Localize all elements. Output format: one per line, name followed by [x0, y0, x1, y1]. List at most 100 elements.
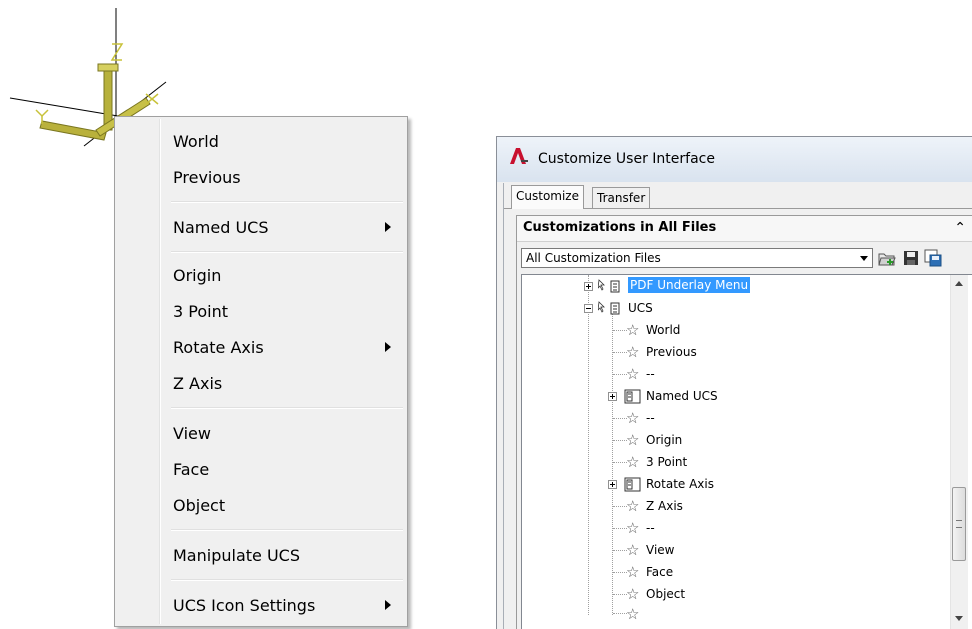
submenu-arrow-icon	[385, 342, 391, 352]
menu-item-view[interactable]: View	[117, 417, 405, 449]
tree-node-label: Origin	[646, 433, 683, 447]
scroll-down-arrow-icon[interactable]	[955, 616, 963, 621]
menu-separator	[171, 251, 403, 253]
tab-customize[interactable]: Customize	[511, 185, 584, 209]
menu-item-label: Rotate Axis	[173, 338, 264, 357]
menu-item-z-axis[interactable]: Z Axis	[117, 367, 405, 399]
submenu-arrow-icon	[385, 600, 391, 610]
star-icon: ☆	[626, 541, 640, 559]
tree-branch-line	[613, 352, 627, 353]
menu-item-label: Object	[173, 496, 226, 515]
tab-transfer[interactable]: Transfer	[592, 187, 651, 208]
star-icon: ☆	[626, 431, 640, 449]
menu-item-named-ucs[interactable]: Named UCS	[117, 211, 405, 243]
customizations-tree[interactable]: PDF Underlay Menu UCS ☆ World ☆ Previous…	[521, 274, 972, 629]
tree-branch-line	[613, 572, 627, 573]
menu-item-label: UCS Icon Settings	[173, 596, 316, 615]
menu-item-previous[interactable]: Previous	[117, 161, 405, 193]
menu-separator	[171, 529, 403, 531]
dropdown-value: All Customization Files	[526, 251, 661, 265]
expand-node-icon[interactable]	[608, 480, 617, 489]
star-icon: ☆	[626, 409, 640, 427]
menu-item-origin[interactable]: Origin	[117, 259, 405, 291]
tree-branch-line	[613, 330, 627, 331]
tree-node-label: PDF Underlay Menu	[628, 277, 751, 293]
menu-item-label: Named UCS	[173, 218, 269, 237]
z-axis-label-glyph	[110, 43, 124, 61]
scroll-up-arrow-icon[interactable]	[955, 281, 963, 286]
menu-item-label: World	[173, 132, 219, 151]
tree-branch-line	[613, 418, 627, 419]
submenu-icon	[624, 477, 641, 492]
panel-title: Customizations in All Files	[523, 220, 717, 235]
star-icon: ☆	[626, 497, 640, 515]
menu-item-object[interactable]: Object	[117, 489, 405, 521]
scrollbar-thumb[interactable]	[952, 487, 966, 561]
expand-node-icon[interactable]	[608, 392, 617, 401]
window-body: Customize Transfer Customizations in All…	[503, 183, 972, 629]
menu-item-label: View	[173, 424, 211, 443]
tree-branch-line	[613, 550, 627, 551]
collapse-panel-icon[interactable]: ⌃	[954, 220, 966, 236]
save-as-icon[interactable]	[923, 248, 943, 268]
menu-item-label: 3 Point	[173, 302, 228, 321]
tree-node-label: UCS	[628, 301, 653, 315]
star-icon: ☆	[626, 453, 640, 471]
ucs-context-menu: World Previous Named UCS Origin 3 Point …	[114, 116, 408, 627]
tree-node-label: --	[646, 521, 655, 535]
tree-node-label: View	[646, 543, 675, 557]
star-icon: ☆	[626, 343, 640, 361]
open-file-icon[interactable]	[877, 248, 897, 268]
customize-user-interface-window: Customize User Interface Customize Trans…	[496, 136, 972, 629]
submenu-arrow-icon	[385, 222, 391, 232]
collapse-node-icon[interactable]	[584, 304, 593, 313]
tree-node-label: Face	[646, 565, 674, 579]
tree-node-label: Object	[646, 587, 686, 601]
customization-files-dropdown[interactable]: All Customization Files	[521, 248, 873, 268]
menu-item-label: Origin	[173, 266, 222, 285]
menu-item-rotate-axis[interactable]: Rotate Axis	[117, 331, 405, 363]
star-icon: ☆	[626, 563, 640, 581]
tree-node-label: 3 Point	[646, 455, 688, 469]
tree-node-pdf-underlay-menu[interactable]: PDF Underlay Menu	[580, 277, 780, 297]
tree-branch-line	[613, 528, 627, 529]
menu-item-face[interactable]: Face	[117, 453, 405, 485]
submenu-icon	[624, 389, 641, 404]
star-icon: ☆	[626, 585, 640, 603]
menu-item-manipulate-ucs[interactable]: Manipulate UCS	[117, 539, 405, 571]
expand-node-icon[interactable]	[584, 282, 593, 291]
tree-branch-line	[613, 613, 627, 614]
panel-header: Customizations in All Files ⌃	[517, 216, 972, 242]
star-icon: ☆	[626, 519, 640, 537]
menu-separator	[171, 201, 403, 203]
menu-item-ucs-icon-settings[interactable]: UCS Icon Settings	[117, 589, 405, 621]
menu-group-icon	[598, 301, 620, 315]
star-icon: ☆	[626, 321, 640, 339]
tree-scrollbar[interactable]	[950, 275, 968, 629]
customizations-panel: Customizations in All Files ⌃ All Custom…	[516, 215, 972, 629]
save-icon[interactable]	[901, 248, 921, 268]
tree-node-label: World	[646, 323, 681, 337]
star-icon: ☆	[626, 605, 640, 623]
menu-item-label: Manipulate UCS	[173, 546, 300, 565]
tree-node-label: Rotate Axis	[646, 477, 714, 491]
tree-branch-line	[613, 462, 627, 463]
tree-branch-line	[613, 594, 627, 595]
window-titlebar[interactable]: Customize User Interface	[497, 137, 972, 182]
tree-node-label: Previous	[646, 345, 697, 359]
menu-item-3-point[interactable]: 3 Point	[117, 295, 405, 327]
menu-separator	[171, 579, 403, 581]
menu-item-label: Z Axis	[173, 374, 223, 393]
menu-item-label: Face	[173, 460, 210, 479]
menu-item-world[interactable]: World	[117, 125, 405, 157]
tree-node-label: --	[646, 411, 655, 425]
tree-branch-line	[613, 506, 627, 507]
tree-node-label: --	[646, 367, 655, 381]
tree-branch-line	[613, 374, 627, 375]
autocad-logo-icon	[510, 148, 528, 164]
tree-branch-line	[613, 440, 627, 441]
window-title: Customize User Interface	[538, 151, 715, 167]
menu-group-icon	[598, 279, 620, 293]
star-icon: ☆	[626, 365, 640, 383]
menu-separator	[171, 407, 403, 409]
